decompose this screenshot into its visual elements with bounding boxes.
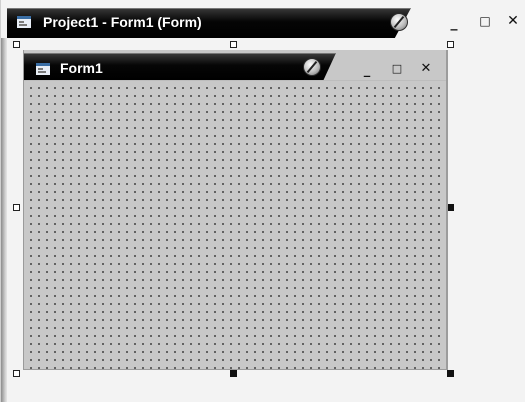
form-design-grid[interactable] — [24, 80, 446, 369]
slashed-circle-icon[interactable] — [303, 58, 321, 76]
resize-handle-bottom-left[interactable] — [13, 370, 20, 377]
form1-window[interactable]: Form1 _ □ ✕ — [23, 50, 448, 370]
resize-handle-top-left[interactable] — [13, 41, 20, 48]
designer-window-title: Project1 - Form1 (Form) — [43, 14, 202, 30]
form1-minimize-button[interactable]: _ — [360, 62, 374, 78]
form-app-icon[interactable] — [17, 16, 31, 28]
designer-minimize-button[interactable]: _ — [447, 14, 461, 31]
designer-close-button[interactable]: ✕ — [506, 14, 520, 28]
resize-handle-top-center[interactable] — [230, 41, 237, 48]
resize-handle-bottom-right[interactable] — [447, 370, 454, 377]
form1-close-button[interactable]: ✕ — [419, 62, 433, 76]
designer-left-frame — [1, 38, 7, 402]
resize-handle-bottom-center[interactable] — [230, 370, 237, 377]
form-designer-window: Project1 - Form1 (Form) _ □ ✕ Form1 _ □ … — [0, 0, 525, 402]
form1-titlebar[interactable]: Form1 _ □ ✕ — [24, 50, 446, 80]
form1-maximize-button[interactable]: □ — [390, 62, 404, 76]
resize-handle-middle-left[interactable] — [13, 204, 20, 211]
form-app-icon[interactable] — [36, 63, 50, 75]
designer-titlebar[interactable]: Project1 - Form1 (Form) _ □ ✕ — [1, 0, 525, 38]
resize-handle-middle-right[interactable] — [447, 204, 454, 211]
designer-maximize-button[interactable]: □ — [478, 14, 492, 28]
slashed-circle-icon[interactable] — [390, 13, 408, 31]
resize-handle-top-right[interactable] — [447, 41, 454, 48]
form1-title: Form1 — [60, 60, 103, 76]
